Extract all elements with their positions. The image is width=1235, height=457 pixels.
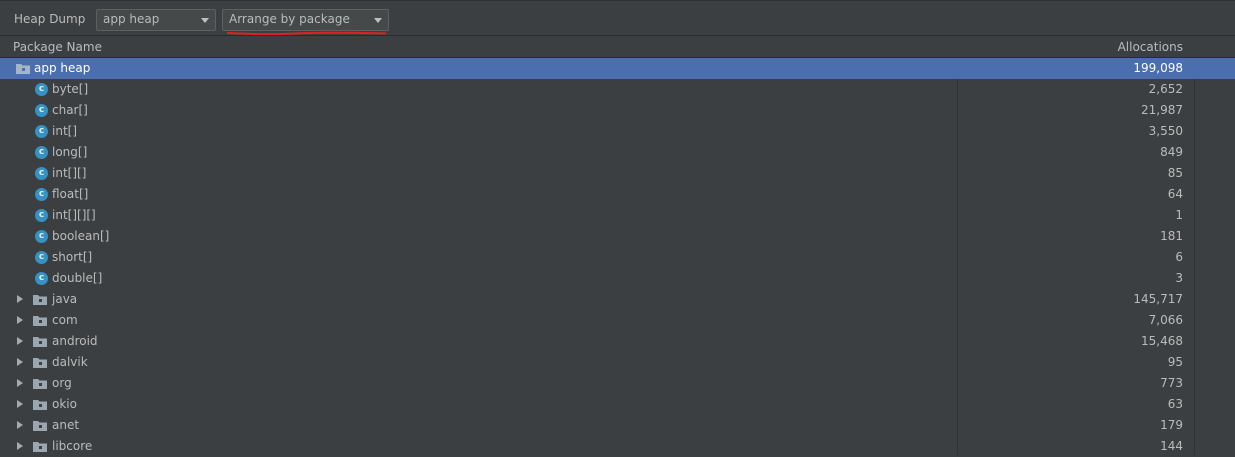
class-icon: c — [35, 230, 48, 243]
row-count: 2,652 — [1148, 82, 1183, 96]
column-header-allocations[interactable]: Allocations — [1118, 40, 1183, 54]
expand-arrow-icon[interactable] — [17, 400, 23, 408]
table-row[interactable]: libcore 144 — [0, 436, 1235, 457]
row-name: long[] — [52, 145, 88, 159]
arrange-select[interactable]: Arrange by package — [222, 9, 389, 31]
class-icon: c — [35, 251, 48, 264]
row-name: anet — [52, 418, 80, 432]
row-count: 181 — [1160, 229, 1183, 243]
allocation-table: Package Name Allocations app heap 199,09… — [0, 36, 1235, 455]
row-name: app heap — [34, 61, 91, 75]
expand-arrow-icon[interactable] — [17, 358, 23, 366]
row-count: 63 — [1167, 397, 1183, 411]
row-count: 3 — [1175, 271, 1183, 285]
row-count: 21,987 — [1141, 103, 1183, 117]
row-count: 849 — [1160, 145, 1183, 159]
table-row[interactable]: okio 63 — [0, 394, 1235, 415]
folder-icon — [33, 295, 47, 305]
row-count: 7,066 — [1148, 313, 1183, 327]
row-name: libcore — [52, 439, 93, 453]
column-header-package-name[interactable]: Package Name — [13, 40, 102, 54]
table-row[interactable]: c int[][][] 1 — [0, 205, 1235, 226]
folder-icon — [16, 64, 30, 74]
heap-select[interactable]: app heap — [96, 9, 216, 31]
row-count: 144 — [1160, 439, 1183, 453]
row-count: 15,468 — [1141, 334, 1183, 348]
row-name: int[][][] — [52, 208, 96, 222]
row-name: okio — [52, 397, 77, 411]
class-icon: c — [35, 104, 48, 117]
row-count: 85 — [1167, 166, 1183, 180]
chevron-down-icon — [201, 18, 209, 23]
table-row[interactable]: java 145,717 — [0, 289, 1235, 310]
class-icon: c — [35, 83, 48, 96]
row-name: float[] — [52, 187, 89, 201]
table-row[interactable]: c long[] 849 — [0, 142, 1235, 163]
table-row[interactable]: com 7,066 — [0, 310, 1235, 331]
table-row[interactable]: anet 179 — [0, 415, 1235, 436]
expand-arrow-icon[interactable] — [17, 337, 23, 345]
row-count: 199,098 — [1133, 61, 1183, 75]
folder-icon — [33, 442, 47, 452]
arrange-select-value: Arrange by package — [229, 12, 350, 26]
expand-arrow-icon[interactable] — [17, 295, 23, 303]
class-icon: c — [35, 125, 48, 138]
row-name: org — [52, 376, 72, 390]
row-name: dalvik — [52, 355, 88, 369]
chevron-down-icon — [374, 18, 382, 23]
folder-icon — [33, 421, 47, 431]
row-name: int[][] — [52, 166, 87, 180]
class-icon: c — [35, 272, 48, 285]
row-count: 773 — [1160, 376, 1183, 390]
table-row[interactable]: c byte[] 2,652 — [0, 79, 1235, 100]
heap-dump-label: Heap Dump — [14, 12, 86, 26]
table-row[interactable]: org 773 — [0, 373, 1235, 394]
table-row[interactable]: dalvik 95 — [0, 352, 1235, 373]
table-row-root[interactable]: app heap 199,098 — [0, 58, 1235, 79]
table-row[interactable]: c int[][] 85 — [0, 163, 1235, 184]
row-name: char[] — [52, 103, 88, 117]
table-row[interactable]: android 15,468 — [0, 331, 1235, 352]
row-count: 95 — [1167, 355, 1183, 369]
table-row[interactable]: c float[] 64 — [0, 184, 1235, 205]
table-row[interactable]: c double[] 3 — [0, 268, 1235, 289]
row-name: com — [52, 313, 78, 327]
class-icon: c — [35, 188, 48, 201]
folder-icon — [33, 316, 47, 326]
expand-arrow-icon[interactable] — [17, 379, 23, 387]
row-count: 1 — [1175, 208, 1183, 222]
class-icon: c — [35, 209, 48, 222]
row-count: 145,717 — [1133, 292, 1183, 306]
toolbar: Heap Dump app heap Arrange by package — [0, 0, 1235, 36]
row-name: boolean[] — [52, 229, 110, 243]
expand-arrow-icon[interactable] — [17, 442, 23, 450]
folder-icon — [33, 379, 47, 389]
row-name: byte[] — [52, 82, 89, 96]
row-name: short[] — [52, 250, 93, 264]
folder-icon — [33, 358, 47, 368]
folder-icon — [33, 400, 47, 410]
row-name: double[] — [52, 271, 103, 285]
row-count: 179 — [1160, 418, 1183, 432]
folder-icon — [33, 337, 47, 347]
table-body: app heap 199,098 c byte[] 2,652 c char[] 21,9… — [0, 58, 1235, 457]
table-row[interactable]: c boolean[] 181 — [0, 226, 1235, 247]
row-name: java — [52, 292, 78, 306]
row-count: 3,550 — [1148, 124, 1183, 138]
row-name: int[] — [52, 124, 78, 138]
row-name: android — [52, 334, 98, 348]
expand-arrow-icon[interactable] — [17, 316, 23, 324]
class-icon: c — [35, 167, 48, 180]
table-row[interactable]: c int[] 3,550 — [0, 121, 1235, 142]
table-row[interactable]: c char[] 21,987 — [0, 100, 1235, 121]
row-count: 64 — [1167, 187, 1183, 201]
class-icon: c — [35, 146, 48, 159]
table-header: Package Name Allocations — [0, 36, 1235, 58]
row-count: 6 — [1175, 250, 1183, 264]
expand-arrow-icon[interactable] — [17, 421, 23, 429]
table-row[interactable]: c short[] 6 — [0, 247, 1235, 268]
heap-select-value: app heap — [103, 12, 160, 26]
